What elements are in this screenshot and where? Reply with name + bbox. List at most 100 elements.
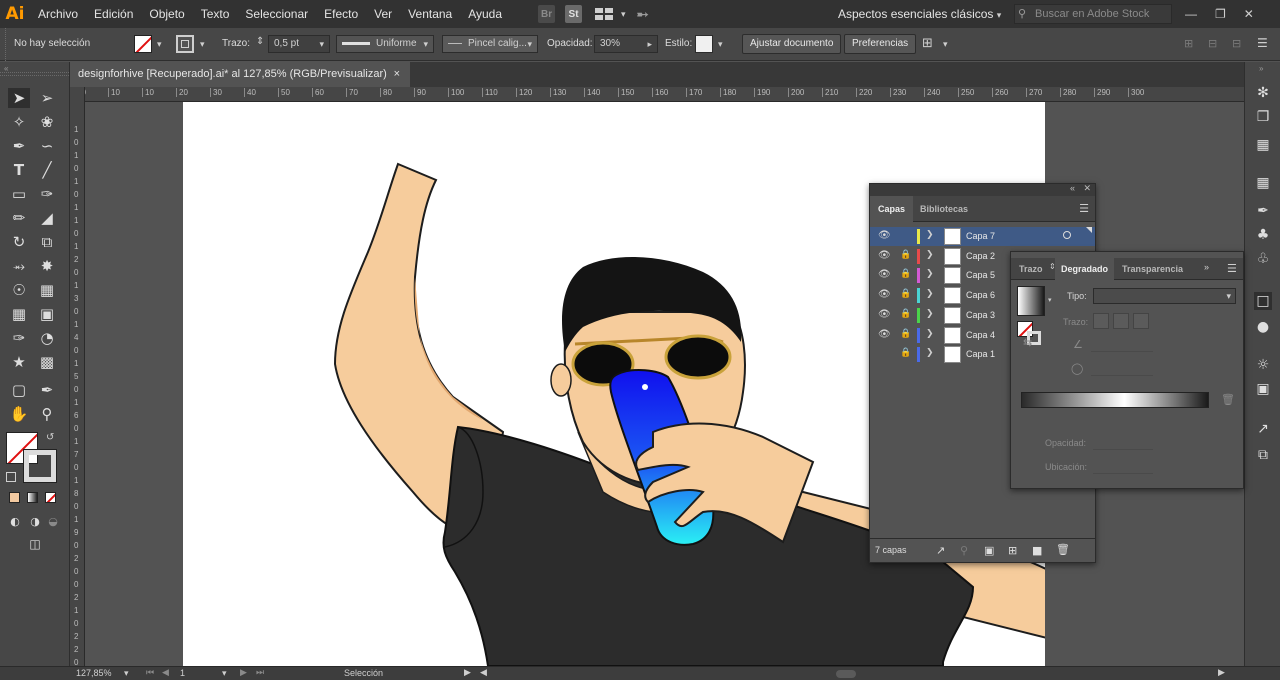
- none-mode-icon[interactable]: [45, 492, 56, 503]
- arrange-documents-icon[interactable]: [592, 5, 616, 23]
- tab-trazo[interactable]: Trazo: [1019, 258, 1043, 280]
- export-layer-icon[interactable]: ↗: [936, 544, 945, 557]
- color-mode-icon[interactable]: [9, 492, 20, 503]
- vertical-ruler[interactable]: 1 0 1 0 1 0 1 1 0 1 2 0 1 3 0 1 4 0 1 5 0 1 6 0 1 7 0 1 8 0 1 9 0 2 0 0 2 1 0 2…: [70, 87, 85, 667]
- blend-tool-icon[interactable]: ◔: [36, 328, 58, 348]
- workspace-switcher[interactable]: Aspectos esenciales clásicos ▾: [838, 0, 1001, 28]
- column-graph-tool-icon[interactable]: ▩: [36, 352, 58, 372]
- chevron-down-icon[interactable]: ▾: [943, 39, 948, 50]
- eye-icon[interactable]: 👁: [878, 309, 892, 321]
- color-guide-icon[interactable]: ✻: [1254, 84, 1272, 102]
- eye-icon[interactable]: 👁: [878, 329, 892, 341]
- transform-panel-icon[interactable]: ▣: [1254, 380, 1272, 398]
- selection-indicator-icon[interactable]: [1086, 227, 1092, 233]
- stroke-panel-icon[interactable]: □: [1254, 292, 1272, 310]
- lock-icon[interactable]: 🔒: [900, 309, 911, 319]
- adjust-document-button[interactable]: Ajustar documento: [742, 34, 842, 54]
- target-icon[interactable]: [1063, 231, 1071, 239]
- chevron-right-icon[interactable]: ❯: [926, 230, 934, 240]
- panel-option-icon[interactable]: ⊞: [1184, 37, 1193, 50]
- panel-option-icon[interactable]: ⊟: [1232, 37, 1241, 50]
- menu-seleccionar[interactable]: Seleccionar: [237, 0, 316, 28]
- chevron-right-icon[interactable]: ❯: [926, 329, 934, 339]
- eye-icon[interactable]: 👁: [878, 250, 892, 262]
- gradient-mode-icon[interactable]: [27, 492, 38, 503]
- chevron-down-icon[interactable]: ▾: [319, 36, 324, 52]
- gradient-type-select[interactable]: ▾: [1093, 288, 1236, 304]
- tab-capas[interactable]: Capas: [870, 196, 914, 222]
- hand-tool-icon[interactable]: ✋: [8, 404, 30, 424]
- layer-row[interactable]: 👁 ❯ Capa 7: [870, 227, 1095, 246]
- pencil-tool-icon[interactable]: ✏: [8, 208, 30, 228]
- direct-selection-tool-icon[interactable]: ➢: [36, 88, 58, 108]
- next-artboard-icon[interactable]: ▶: [240, 667, 247, 678]
- panel-grip[interactable]: [0, 72, 69, 76]
- preferences-button[interactable]: Preferencias: [844, 34, 917, 54]
- chevron-down-icon[interactable]: ▾: [621, 9, 626, 20]
- close-icon[interactable]: ✕: [1244, 7, 1254, 21]
- scale-tool-icon[interactable]: ⧉: [36, 232, 58, 252]
- menu-ver[interactable]: Ver: [366, 0, 400, 28]
- opacity-field[interactable]: [1093, 436, 1153, 450]
- reverse-gradient-icon[interactable]: ⇆: [1023, 336, 1032, 349]
- symbols-icon[interactable]: ♣: [1254, 226, 1272, 244]
- close-icon[interactable]: ✕: [1083, 183, 1091, 194]
- document-tab[interactable]: designforhive [Recuperado].ai* al 127,85…: [70, 62, 410, 87]
- eyedropper-tool-icon[interactable]: ✑: [8, 328, 30, 348]
- chevron-down-icon[interactable]: ▾: [527, 36, 532, 52]
- minimize-icon[interactable]: —: [1185, 7, 1197, 21]
- screen-mode-icon[interactable]: ◫: [24, 534, 46, 554]
- puppet-warp-tool-icon[interactable]: ✸: [36, 256, 58, 276]
- lock-icon[interactable]: 🔒: [900, 250, 911, 260]
- lasso-tool-icon[interactable]: ❀: [36, 112, 58, 132]
- stroke-gradient-within-icon[interactable]: [1093, 313, 1109, 329]
- zoom-level[interactable]: 127,85%: [76, 668, 112, 678]
- collapse-icon[interactable]: «: [1070, 183, 1075, 193]
- tab-degradado[interactable]: Degradado: [1055, 258, 1115, 280]
- graphic-style-swatch[interactable]: [695, 35, 713, 53]
- menu-ayuda[interactable]: Ayuda: [460, 0, 510, 28]
- expand-panels-icon[interactable]: »: [1259, 64, 1263, 73]
- eye-icon[interactable]: 👁: [878, 230, 892, 242]
- chevron-right-icon[interactable]: ❯: [926, 309, 934, 319]
- panel-grip[interactable]: [0, 28, 6, 61]
- menu-edicion[interactable]: Edición: [86, 0, 141, 28]
- eye-icon[interactable]: 👁: [878, 269, 892, 281]
- panel-menu-icon[interactable]: ☰: [1257, 36, 1268, 50]
- chevron-down-icon[interactable]: ▾: [423, 36, 428, 52]
- clipping-mask-icon[interactable]: ▣: [984, 544, 994, 557]
- curvature-tool-icon[interactable]: ∽: [36, 136, 58, 156]
- first-artboard-icon[interactable]: ⏮: [146, 667, 154, 678]
- selection-tool-icon[interactable]: ➤: [8, 88, 30, 108]
- angle-field[interactable]: [1091, 338, 1153, 352]
- gradient-panel-icon[interactable]: ●: [1254, 318, 1272, 336]
- type-tool-icon[interactable]: T: [8, 160, 30, 180]
- new-sublayer-icon[interactable]: ⊞: [1008, 544, 1017, 557]
- horizontal-ruler[interactable]: 3010102030405060708090100110120130140150…: [70, 87, 1244, 102]
- draw-inside-icon[interactable]: ◒: [42, 512, 64, 532]
- stroke-gradient-across-icon[interactable]: [1133, 313, 1149, 329]
- align-icon[interactable]: ⊞: [922, 36, 933, 51]
- draw-normal-icon[interactable]: ◐: [4, 512, 26, 532]
- scroll-right-icon[interactable]: ▶: [1218, 667, 1225, 678]
- stroke-gradient-along-icon[interactable]: [1113, 313, 1129, 329]
- new-layer-icon[interactable]: ■: [1032, 544, 1042, 557]
- menu-texto[interactable]: Texto: [193, 0, 238, 28]
- stroke-color-swatch[interactable]: [23, 449, 57, 483]
- panel-option-icon[interactable]: ⊟: [1208, 37, 1217, 50]
- location-field[interactable]: [1093, 460, 1153, 474]
- delete-stop-icon[interactable]: 🗑: [1221, 393, 1235, 406]
- zoom-tool-icon[interactable]: ⚲: [36, 404, 58, 424]
- delete-layer-icon[interactable]: 🗑: [1056, 543, 1070, 556]
- menu-objeto[interactable]: Objeto: [141, 0, 192, 28]
- previous-artboard-icon[interactable]: ◀: [162, 667, 169, 678]
- pen-tool-icon[interactable]: ✒: [8, 136, 30, 156]
- menu-efecto[interactable]: Efecto: [316, 0, 366, 28]
- stroke-swatch[interactable]: [176, 35, 194, 53]
- clubs-symbol-icon[interactable]: ♧: [1254, 250, 1272, 268]
- menu-ventana[interactable]: Ventana: [400, 0, 460, 28]
- eraser-tool-icon[interactable]: ◢: [36, 208, 58, 228]
- appearance-icon[interactable]: ▦: [1254, 174, 1272, 192]
- lock-icon[interactable]: 🔒: [900, 348, 911, 358]
- artboard-number[interactable]: 1: [180, 668, 185, 678]
